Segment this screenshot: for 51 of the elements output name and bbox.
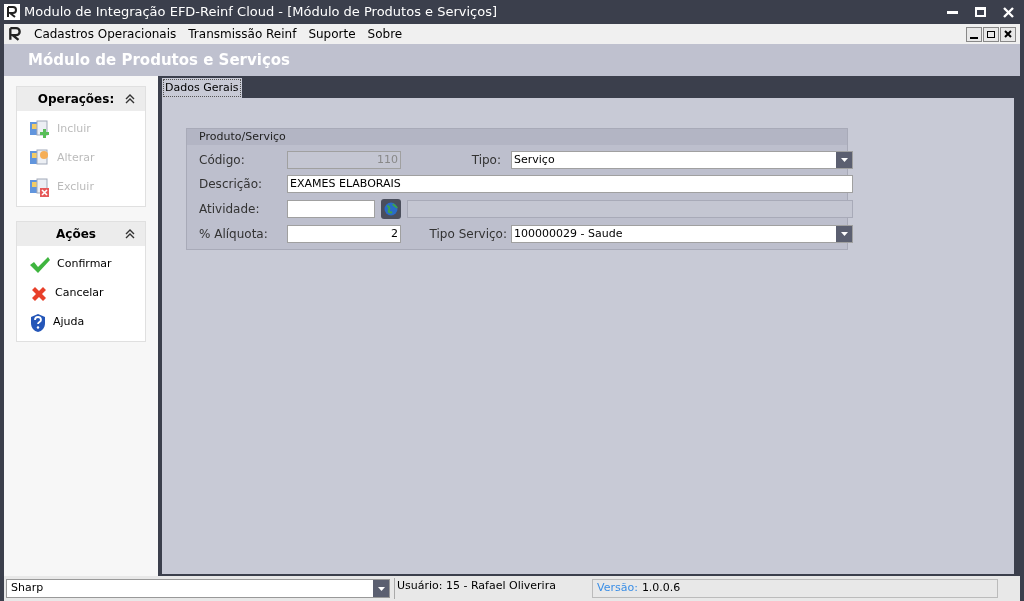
search-button[interactable] [381,199,401,219]
select-value: 100000029 - Saude [514,225,623,242]
select-field[interactable]: Serviço [511,151,853,169]
caret-icon [840,158,848,162]
field-label: Tipo: [471,152,502,169]
field-label: Atividade: [199,201,261,218]
select-field[interactable]: 100000029 - Saude [511,225,853,243]
caret-icon [377,586,385,591]
input-field[interactable] [287,200,375,218]
module-title: Módulo de Produtos e Serviços [28,49,290,71]
sidebar-action[interactable]: Ajuda [29,308,133,337]
help-shield-icon [29,312,47,333]
menu-item[interactable]: Sobre [367,25,403,43]
logo-icon [8,27,22,41]
panel-title: Ações [55,226,97,243]
mdi-close-button[interactable] [1000,26,1016,42]
globe-icon [384,202,398,216]
check-icon [29,255,51,274]
group-title: Produto/Serviço [199,128,286,145]
user-status: Usuário: 15 - Rafael Oliverira [394,578,588,599]
version-label: Versão: [597,580,638,597]
panel-title: Operações: [36,91,116,108]
dropdown-button[interactable] [836,226,852,242]
dropdown-button[interactable] [836,152,852,168]
field-label: Tipo Serviço: [429,226,508,243]
close-icon [1002,6,1014,18]
caret-icon [840,232,848,236]
input-field[interactable]: EXAMES ELABORAIS [287,175,853,193]
select-value: Serviço [514,151,555,168]
window-title: Modulo de Integração EFD-Reinf Cloud - [Módulo de Produtos e Serviços] [24,3,498,22]
menu-item[interactable]: Suporte [308,25,356,43]
theme-select[interactable]: Sharp [6,579,390,598]
document-icon [29,119,51,140]
menu-item[interactable]: Transmissão Reinf [188,25,297,43]
field-label: % Alíquota: [199,226,269,243]
field-label: Código: [199,152,246,169]
version-value: 1.0.0.6 [641,580,681,597]
sidebar-action[interactable]: Cancelar [29,279,133,308]
field-label: Descrição: [199,176,264,193]
mdi-minimize-button[interactable] [966,26,982,42]
mdi-restore-button[interactable] [983,26,999,42]
document-icon [29,177,51,198]
tab[interactable]: Dados Gerais [162,78,242,98]
dropdown-button[interactable] [373,580,389,597]
close-icon [1004,30,1012,38]
select-value: Sharp [11,580,44,597]
collapse-icon[interactable] [125,229,135,239]
collapse-icon[interactable] [125,94,135,104]
sidebar-action[interactable]: Confirmar [29,250,133,279]
input-field[interactable]: 2 [287,225,401,243]
menu-item[interactable]: Cadastros Operacionais [34,25,177,43]
